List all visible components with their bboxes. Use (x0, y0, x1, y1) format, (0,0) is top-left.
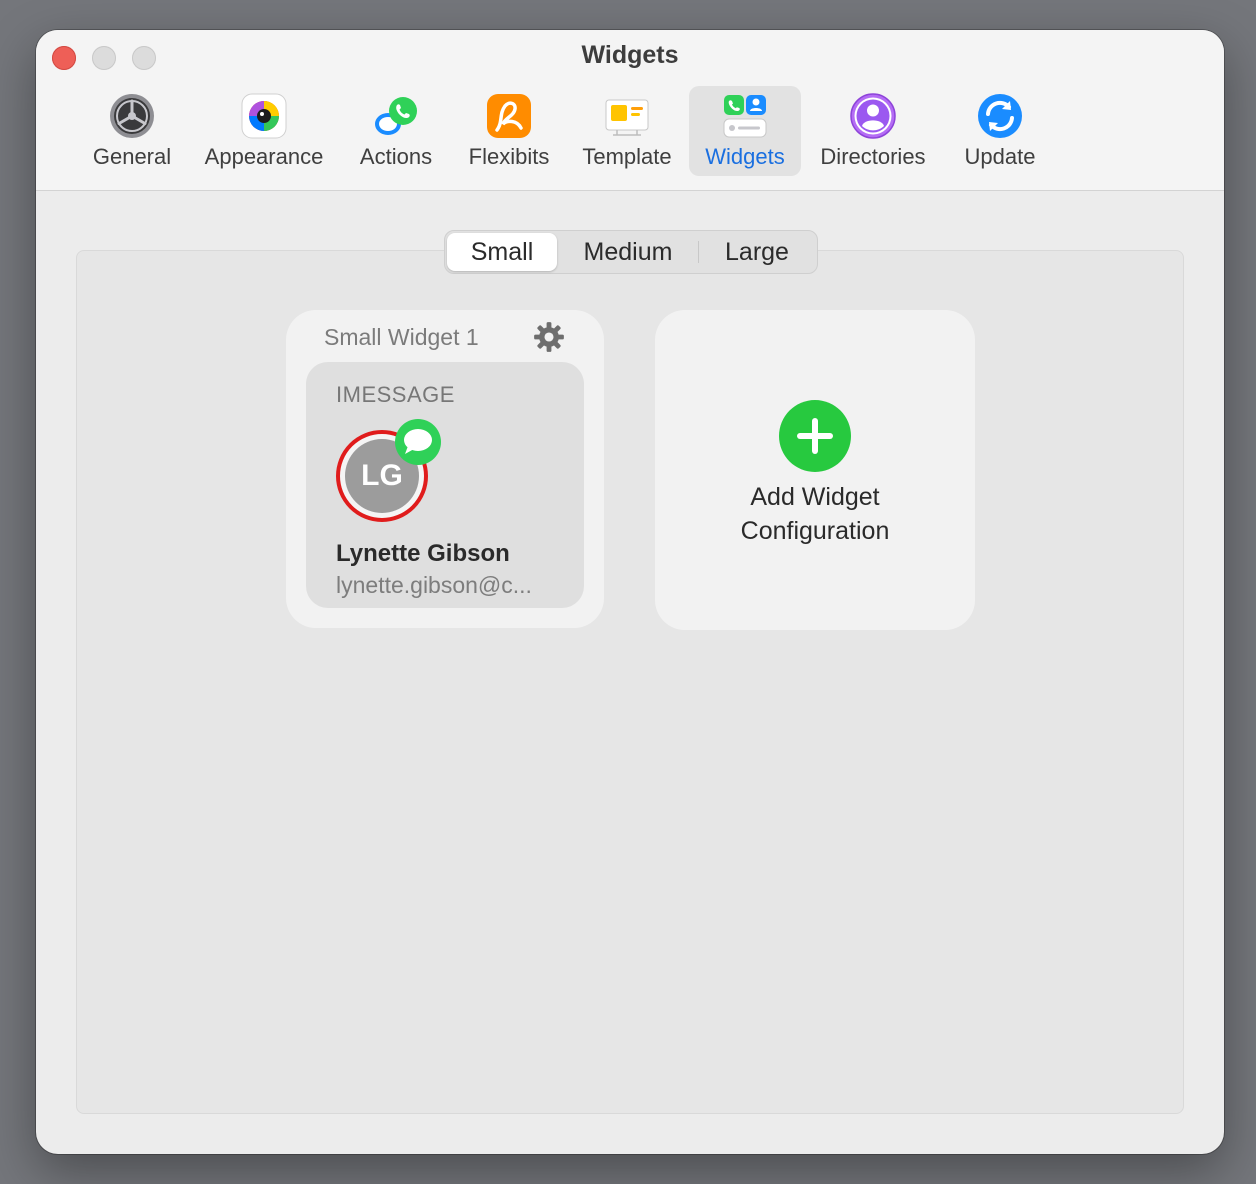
preferences-window: Widgets General Appearance Actions Flexi… (36, 30, 1224, 1154)
widget-size-segmented-control: Small Medium Large (444, 230, 818, 274)
actions-chat-phone-icon (375, 97, 417, 135)
toolbar-item-directories[interactable]: Directories (812, 86, 934, 176)
plus-icon[interactable] (778, 399, 852, 473)
segment-divider (698, 241, 699, 263)
widgets-panel (76, 250, 1184, 1114)
add-widget-label-line1: Add Widget (750, 483, 880, 511)
toolbar-label: Template (582, 144, 672, 169)
add-widget-label: Add Widget Configuration (655, 480, 975, 548)
toolbar-label: Actions (359, 144, 433, 169)
widgets-icon (723, 95, 767, 138)
widget-type-label: IMESSAGE (336, 382, 455, 407)
segment-large[interactable]: Large (701, 233, 813, 271)
toolbar-item-flexibits[interactable]: Flexibits (462, 86, 556, 176)
segment-small[interactable]: Small (447, 233, 557, 271)
contact-name: Lynette Gibson (336, 540, 510, 567)
toolbar-label: Widgets (705, 144, 785, 169)
flexibits-logo-icon (487, 94, 531, 138)
toolbar-item-actions[interactable]: Actions (352, 86, 440, 176)
toolbar-label: Appearance (204, 144, 324, 169)
widget-preview[interactable]: IMESSAGE LG Lynette Gibson lynette.gibso… (306, 362, 584, 608)
toolbar-item-widgets[interactable]: Widgets (689, 86, 801, 176)
update-sync-icon (978, 94, 1022, 138)
toolbar-label: Flexibits (468, 144, 550, 169)
toolbar-item-update[interactable]: Update (954, 86, 1046, 176)
window-title: Widgets (581, 41, 679, 69)
toolbar-label: General (92, 144, 172, 169)
toolbar-item-template[interactable]: Template (576, 86, 678, 176)
toolbar-item-appearance[interactable]: Appearance (200, 86, 328, 176)
add-widget-card[interactable]: Add Widget Configuration (655, 310, 975, 630)
toolbar-label: Update (964, 144, 1036, 169)
general-settings-icon (110, 94, 154, 138)
contact-email: lynette.gibson@c... (336, 572, 532, 598)
small-widget-card[interactable]: Small Widget 1 IMESSAGE LG Lynette Gibso… (286, 310, 604, 628)
gear-icon[interactable] (532, 320, 566, 354)
appearance-color-wheel-icon (241, 93, 287, 139)
toolbar-label: Directories (820, 144, 926, 169)
widget-title: Small Widget 1 (324, 324, 479, 350)
toolbar-item-general[interactable]: General (88, 86, 176, 176)
title-bar: Widgets General Appearance Actions Flexi… (36, 30, 1224, 191)
imessage-badge-icon (395, 419, 441, 465)
directories-person-icon (850, 93, 896, 139)
add-widget-label-line2: Configuration (740, 517, 890, 545)
template-icon (605, 99, 649, 136)
segment-medium[interactable]: Medium (559, 233, 697, 271)
